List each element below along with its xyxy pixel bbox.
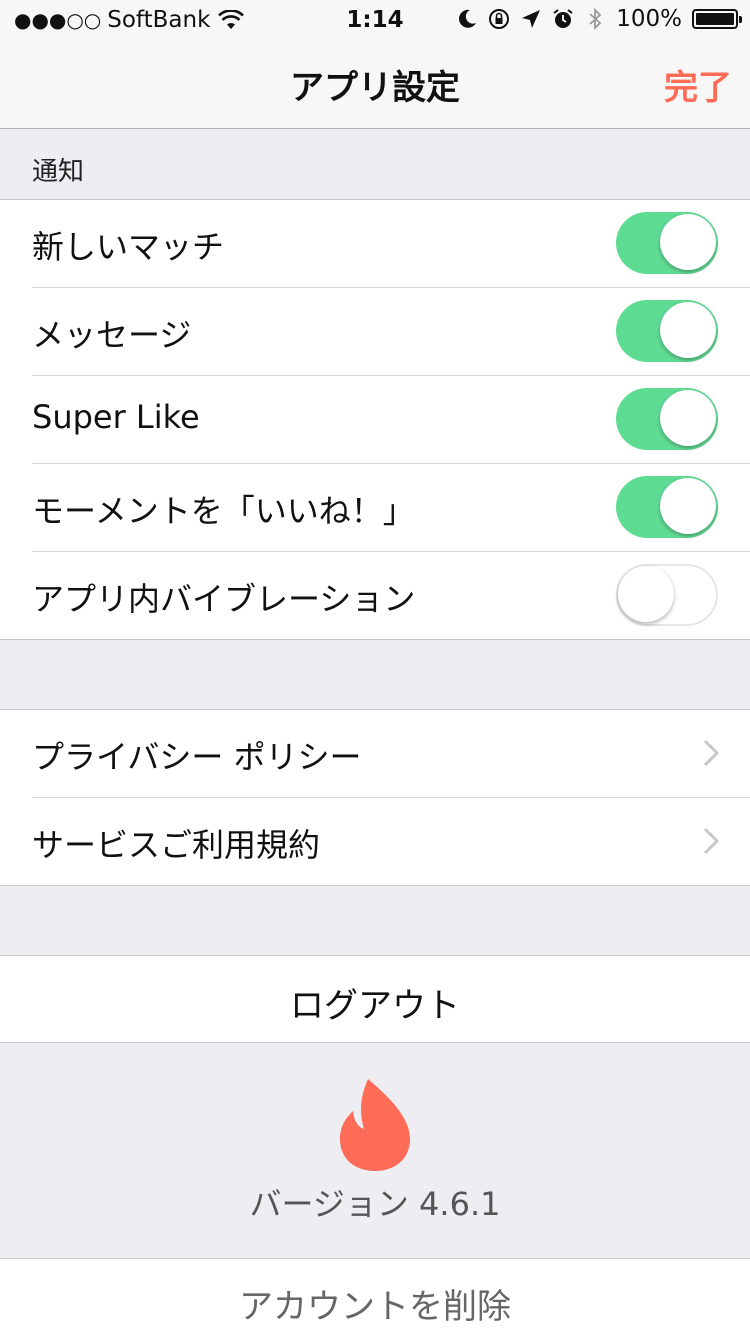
page-title: アプリ設定 — [290, 68, 460, 108]
chevron-right-icon — [703, 739, 720, 767]
battery-percent: 100% — [616, 6, 682, 32]
link-label: サービスご利用規約 — [32, 826, 321, 864]
navigation-bar: アプリ設定 完了 — [0, 40, 750, 129]
toggle-knob — [660, 214, 716, 270]
status-bar: ●●●○○ SoftBank 1:14 100% — [0, 0, 750, 40]
toggle-knob — [660, 390, 716, 446]
setting-label: モーメントを「いいね！」 — [32, 492, 415, 530]
legal-links-group: プライバシー ポリシー サービスご利用規約 — [0, 709, 750, 886]
toggle-knob — [660, 302, 716, 358]
logout-button[interactable]: ログアウト — [0, 956, 750, 1042]
alarm-icon — [553, 9, 573, 28]
setting-row-messages: メッセージ — [32, 288, 750, 376]
app-footer: バージョン 4.6.1 — [0, 1043, 750, 1258]
logout-label: ログアウト — [290, 986, 460, 1026]
setting-row-moments-like: モーメントを「いいね！」 — [32, 464, 750, 552]
messages-toggle[interactable] — [616, 300, 718, 362]
super-like-toggle[interactable] — [616, 388, 718, 450]
section-header-label: 通知 — [32, 157, 85, 187]
setting-label: メッセージ — [32, 316, 192, 354]
logout-group: ログアウト — [0, 955, 750, 1043]
battery-icon — [692, 9, 742, 29]
terms-of-service-row[interactable]: サービスご利用規約 — [32, 798, 750, 885]
chevron-right-icon — [703, 827, 720, 855]
bluetooth-icon — [589, 8, 602, 30]
setting-label: アプリ内バイブレーション — [32, 580, 416, 618]
toggle-knob — [618, 566, 674, 622]
setting-row-in-app-vibration: アプリ内バイブレーション — [32, 552, 750, 639]
flame-icon — [340, 1079, 410, 1171]
rotation-lock-icon — [489, 9, 510, 29]
moon-icon — [459, 9, 477, 28]
setting-label: 新しいマッチ — [32, 228, 225, 266]
in-app-vibration-toggle[interactable] — [616, 564, 718, 626]
notifications-section-header: 通知 — [0, 129, 750, 199]
delete-account-button[interactable]: アカウントを削除 — [0, 1258, 750, 1335]
toggle-knob — [660, 478, 716, 534]
new-match-toggle[interactable] — [616, 212, 718, 274]
moments-like-toggle[interactable] — [616, 476, 718, 538]
privacy-policy-row[interactable]: プライバシー ポリシー — [32, 710, 750, 798]
setting-label: Super Like — [32, 398, 200, 436]
app-version: バージョン 4.6.1 — [249, 1185, 501, 1223]
link-label: プライバシー ポリシー — [32, 738, 362, 776]
setting-row-super-like: Super Like — [32, 376, 750, 464]
notification-settings-group: 新しいマッチ メッセージ Super Like モーメントを「いいね！」 アプリ… — [0, 199, 750, 640]
delete-account-label: アカウントを削除 — [239, 1287, 511, 1327]
setting-row-new-match: 新しいマッチ — [32, 200, 750, 288]
status-right: 100% — [456, 6, 742, 32]
done-button[interactable]: 完了 — [664, 60, 732, 109]
location-arrow-icon — [522, 10, 541, 28]
